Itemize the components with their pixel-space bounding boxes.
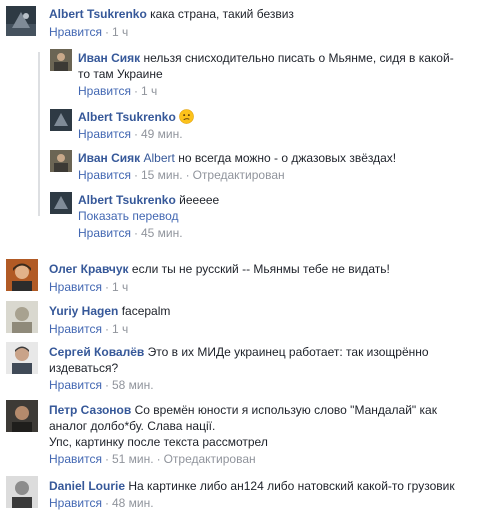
timestamp[interactable]: 58 мин. xyxy=(112,378,154,392)
avatar-albert[interactable] xyxy=(50,192,72,214)
separator: · xyxy=(104,280,109,294)
mention-link[interactable]: Albert xyxy=(144,151,175,165)
comment-text: но всегда можно - о джазовых звёздах! xyxy=(178,151,397,165)
comment-text: facepalm xyxy=(121,304,171,318)
like-button[interactable]: Нравится xyxy=(49,452,102,466)
like-button[interactable]: Нравится xyxy=(78,226,131,240)
comment-text: кака страна, такий безвиз xyxy=(150,7,294,21)
author-name[interactable]: Иван Сияк xyxy=(78,51,140,65)
avatar-albert[interactable] xyxy=(50,109,72,131)
reply-thread-line xyxy=(38,52,40,216)
avatar-image xyxy=(6,259,38,291)
separator: · xyxy=(133,168,138,182)
author-name[interactable]: Сергей Ковалёв xyxy=(49,345,144,359)
like-button[interactable]: Нравится xyxy=(78,84,131,98)
author-name[interactable]: Albert Tsukrenko xyxy=(78,193,176,207)
timestamp[interactable]: 49 мин. xyxy=(141,127,183,141)
like-button[interactable]: Нравится xyxy=(49,496,102,510)
separator: · xyxy=(133,84,138,98)
like-button[interactable]: Нравится xyxy=(49,280,102,294)
author-name[interactable]: Иван Сияк xyxy=(78,151,140,165)
separator: · xyxy=(104,452,109,466)
timestamp[interactable]: 45 мин. xyxy=(141,226,183,240)
like-button[interactable]: Нравится xyxy=(49,322,102,336)
timestamp[interactable]: 48 мин. xyxy=(112,496,154,510)
author-name[interactable]: Олег Кравчук xyxy=(49,262,129,276)
avatar-image xyxy=(6,476,38,508)
separator: · xyxy=(104,378,109,392)
avatar-petr[interactable] xyxy=(6,400,38,432)
comment-text: На картинке либо ан124 либо натовский ка… xyxy=(128,479,455,493)
avatar-daniel[interactable] xyxy=(6,476,38,508)
avatar-image xyxy=(50,109,72,131)
avatar-ivan[interactable] xyxy=(50,150,72,172)
like-button[interactable]: Нравится xyxy=(49,378,102,392)
separator: · xyxy=(104,496,109,510)
author-name[interactable]: Albert Tsukrenko xyxy=(49,7,147,21)
like-button[interactable]: Нравится xyxy=(49,25,102,39)
comment-text-line-1: Это в их МИДе украинец работает: так изо… xyxy=(147,345,429,359)
avatar-image xyxy=(50,150,72,172)
comment-text: йеееее xyxy=(179,193,220,207)
separator: · xyxy=(104,322,109,336)
comment-text-line-2: издеваться? xyxy=(49,361,119,375)
comment-text-line-2: то там Украине xyxy=(78,67,163,81)
like-button[interactable]: Нравится xyxy=(78,168,131,182)
avatar-yuriy[interactable] xyxy=(6,301,38,333)
confused-face-emoji xyxy=(179,109,194,124)
author-name[interactable]: Yuriy Hagen xyxy=(49,304,118,318)
comment-text-line-3: Упс, картинку после текста рассмотрел xyxy=(49,435,268,449)
timestamp[interactable]: 1 ч xyxy=(112,322,128,336)
avatar-image xyxy=(50,49,72,71)
avatar-image xyxy=(6,342,38,374)
avatar-image xyxy=(6,301,38,333)
separator: · xyxy=(104,25,109,39)
author-name[interactable]: Albert Tsukrenko xyxy=(78,110,176,124)
separator: · xyxy=(185,168,190,182)
timestamp[interactable]: 1 ч xyxy=(141,84,157,98)
author-name[interactable]: Daniel Lourie xyxy=(49,479,125,493)
like-button[interactable]: Нравится xyxy=(78,127,131,141)
author-name[interactable]: Петр Сазонов xyxy=(49,403,131,417)
avatar-albert[interactable] xyxy=(6,6,36,36)
comment-text-line-2: аналог долбо*бу. Слава нації. xyxy=(49,419,216,433)
timestamp[interactable]: 1 ч xyxy=(112,280,128,294)
timestamp[interactable]: 51 мин. xyxy=(112,452,154,466)
avatar-oleg[interactable] xyxy=(6,259,38,291)
avatar-image xyxy=(50,192,72,214)
comment-text-line-1: нельзя снисходительно писать о Мьянме, с… xyxy=(143,51,454,65)
avatar-ivan[interactable] xyxy=(50,49,72,71)
separator: · xyxy=(133,226,138,240)
avatar-image xyxy=(6,6,36,36)
timestamp[interactable]: 15 мин. xyxy=(141,168,183,182)
show-translation-link[interactable]: Показать перевод xyxy=(78,208,219,225)
edited-label[interactable]: Отредактирован xyxy=(164,452,256,466)
avatar-image xyxy=(6,400,38,432)
comment-text-line-1: Со времён юности я использую слово "Манд… xyxy=(134,403,437,417)
separator: · xyxy=(133,127,138,141)
timestamp[interactable]: 1 ч xyxy=(112,25,128,39)
comment-text: если ты не русский -- Мьянмы тебе не вид… xyxy=(131,262,390,276)
edited-label[interactable]: Отредактирован xyxy=(193,168,285,182)
avatar-sergey[interactable] xyxy=(6,342,38,374)
separator: · xyxy=(156,452,161,466)
